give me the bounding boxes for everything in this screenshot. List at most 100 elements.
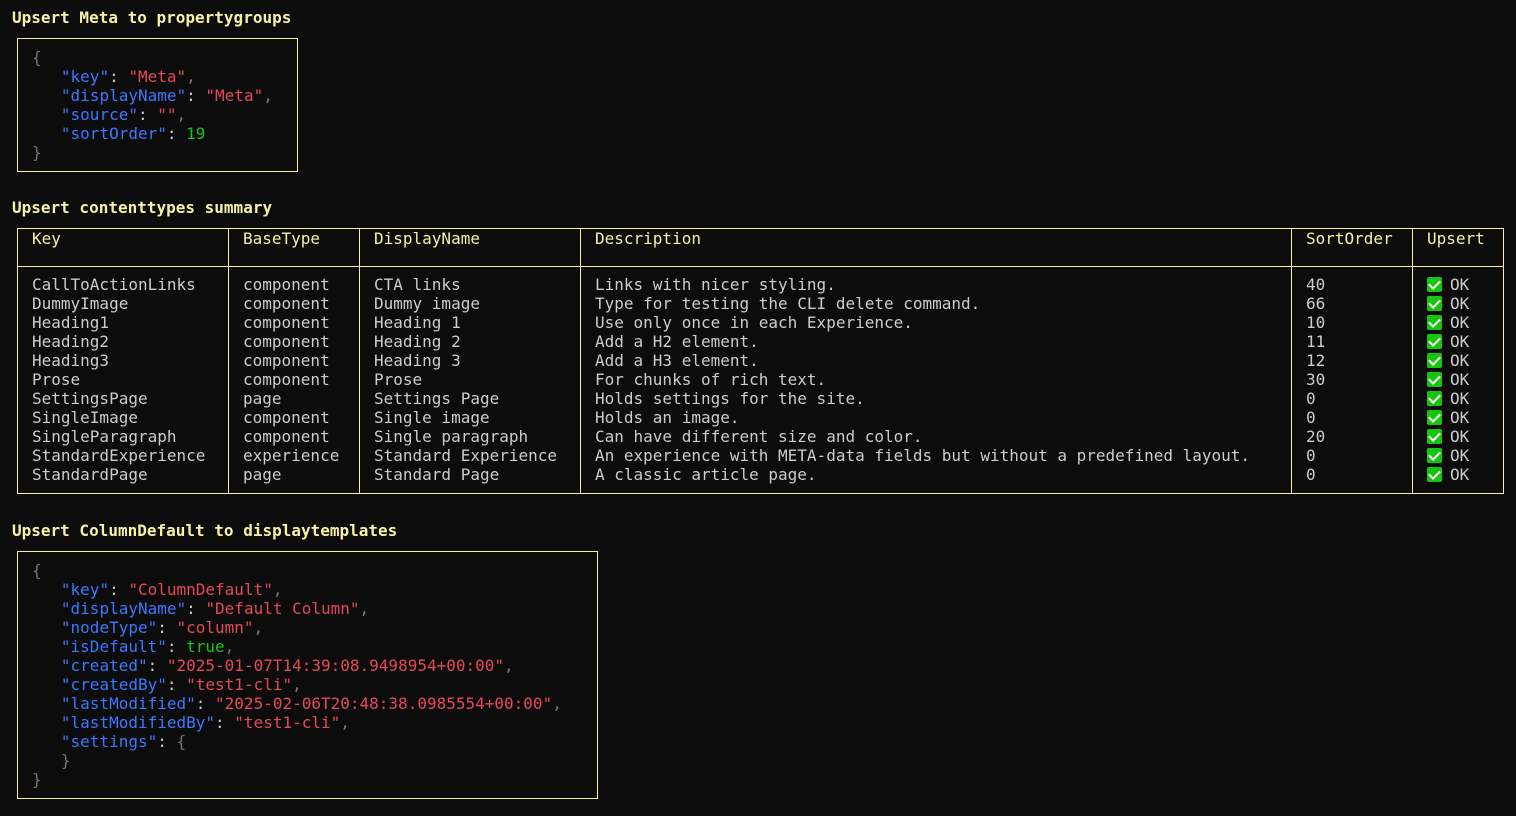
columndefault-json: { "key": "ColumnDefault", "displayName":… — [32, 561, 562, 789]
cell-displayname: Standard Experience — [359, 446, 581, 465]
cell-key: CallToActionLinks — [17, 266, 229, 294]
section-title-contenttypes: Upsert contenttypes summary — [12, 198, 273, 217]
cell-sortorder: 0 — [1291, 446, 1413, 465]
json-key: "settings" — [60, 732, 158, 751]
cell-description: Use only once in each Experience. — [580, 313, 1292, 332]
section-title-propertygroups: Upsert Meta to propertygroups — [12, 8, 292, 27]
cell-sortorder: 10 — [1291, 313, 1413, 332]
cell-displayname: Single image — [359, 408, 581, 427]
table-row: SingleParagraph component Single paragraph… — [17, 427, 1504, 446]
upsert-status: OK — [1450, 389, 1470, 408]
json-key: "sortOrder" — [60, 124, 167, 143]
cell-key: DummyImage — [17, 294, 229, 313]
check-icon — [1427, 353, 1442, 368]
upsert-status: OK — [1450, 294, 1470, 313]
cell-upsert: OK — [1412, 313, 1504, 332]
table-row: StandardPage page Standard Page A classic a… — [17, 465, 1504, 494]
json-value: "test1-cli" — [186, 675, 293, 694]
json-key: "createdBy" — [60, 675, 167, 694]
cell-description: An experience with META-data fields but … — [580, 446, 1292, 465]
cell-upsert: OK — [1412, 408, 1504, 427]
cell-key: Heading1 — [17, 313, 229, 332]
meta-json: { "key": "Meta", "displayName": "Meta", … — [32, 48, 273, 162]
cell-basetype: page — [228, 465, 360, 494]
json-key: "lastModified" — [60, 694, 196, 713]
cell-key: Heading2 — [17, 332, 229, 351]
section-title-displaytemplates: Upsert ColumnDefault to displaytemplates — [12, 521, 398, 540]
cell-sortorder: 30 — [1291, 370, 1413, 389]
check-icon — [1427, 448, 1442, 463]
cell-key: StandardPage — [17, 465, 229, 494]
cell-sortorder: 0 — [1291, 408, 1413, 427]
cell-basetype: component — [228, 370, 360, 389]
check-icon — [1427, 429, 1442, 444]
json-value: true — [186, 637, 225, 656]
column-header-key: Key — [17, 228, 229, 267]
table-row: StandardExperience experience Standard Exp… — [17, 446, 1504, 465]
cell-basetype: component — [228, 332, 360, 351]
table-row: Heading1 component Heading 1 Use only once … — [17, 313, 1504, 332]
cell-sortorder: 40 — [1291, 266, 1413, 294]
json-value: 19 — [186, 124, 206, 143]
check-icon — [1427, 315, 1442, 330]
cell-displayname: Heading 3 — [359, 351, 581, 370]
upsert-status: OK — [1450, 351, 1470, 370]
cell-displayname: Standard Page — [359, 465, 581, 494]
column-header-sortorder: SortOrder — [1291, 228, 1413, 267]
json-value: "Meta" — [205, 86, 264, 105]
cell-key: StandardExperience — [17, 446, 229, 465]
cell-description: Add a H2 element. — [580, 332, 1292, 351]
cell-key: SingleParagraph — [17, 427, 229, 446]
json-value: "2025-01-07T14:39:08.9498954+00:00" — [166, 656, 505, 675]
cell-upsert: OK — [1412, 389, 1504, 408]
cell-displayname: Heading 1 — [359, 313, 581, 332]
check-icon — [1427, 296, 1442, 311]
cell-upsert: OK — [1412, 465, 1504, 494]
cell-upsert: OK — [1412, 332, 1504, 351]
json-key: "key" — [60, 580, 110, 599]
upsert-status: OK — [1450, 275, 1470, 294]
json-key: "displayName" — [60, 86, 187, 105]
json-key: "created" — [60, 656, 148, 675]
cell-sortorder: 20 — [1291, 427, 1413, 446]
cell-description: Add a H3 element. — [580, 351, 1292, 370]
json-key: "source" — [60, 105, 138, 124]
cell-sortorder: 0 — [1291, 465, 1413, 494]
columndefault-json-box: { "key": "ColumnDefault", "displayName":… — [17, 551, 598, 799]
cell-basetype: page — [228, 389, 360, 408]
cell-displayname: Single paragraph — [359, 427, 581, 446]
json-value: "ColumnDefault" — [128, 580, 273, 599]
contenttypes-summary-table: Key BaseType DisplayName Description Sor… — [17, 228, 1504, 494]
cell-basetype: component — [228, 266, 360, 294]
upsert-status: OK — [1450, 427, 1470, 446]
cell-upsert: OK — [1412, 446, 1504, 465]
table-row: Heading3 component Heading 3 Add a H3 eleme… — [17, 351, 1504, 370]
meta-json-box: { "key": "Meta", "displayName": "Meta", … — [17, 38, 298, 172]
upsert-status: OK — [1450, 332, 1470, 351]
cell-sortorder: 11 — [1291, 332, 1413, 351]
cell-upsert: OK — [1412, 370, 1504, 389]
cell-displayname: Heading 2 — [359, 332, 581, 351]
cell-displayname: Prose — [359, 370, 581, 389]
json-value: "2025-02-06T20:48:38.0985554+00:00" — [215, 694, 553, 713]
cell-basetype: experience — [228, 446, 360, 465]
cell-description: A classic article page. — [580, 465, 1292, 494]
cell-description: Type for testing the CLI delete command. — [580, 294, 1292, 313]
table-row: DummyImage component Dummy image Type for t… — [17, 294, 1504, 313]
json-key: "nodeType" — [60, 618, 158, 637]
cell-key: SingleImage — [17, 408, 229, 427]
json-key: "displayName" — [60, 599, 187, 618]
cell-sortorder: 0 — [1291, 389, 1413, 408]
cell-basetype: component — [228, 313, 360, 332]
cell-sortorder: 12 — [1291, 351, 1413, 370]
table-row: Prose component Prose For chunks of rich te… — [17, 370, 1504, 389]
json-value: "Meta" — [128, 67, 187, 86]
upsert-status: OK — [1450, 446, 1470, 465]
cell-upsert: OK — [1412, 427, 1504, 446]
cell-upsert: OK — [1412, 351, 1504, 370]
check-icon — [1427, 467, 1442, 482]
cell-description: Can have different size and color. — [580, 427, 1292, 446]
check-icon — [1427, 391, 1442, 406]
json-key: "isDefault" — [60, 637, 167, 656]
cell-basetype: component — [228, 294, 360, 313]
